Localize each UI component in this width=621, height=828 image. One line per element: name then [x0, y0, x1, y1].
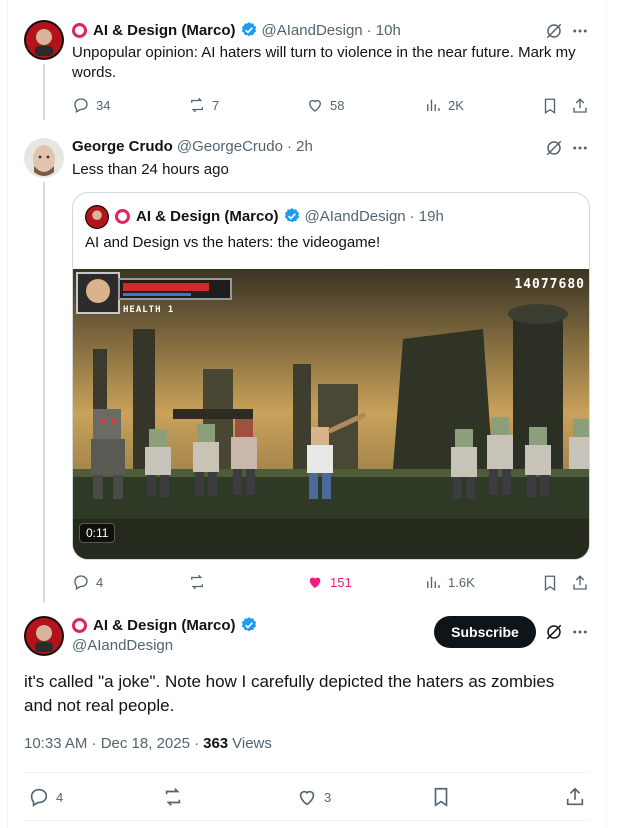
- handle[interactable]: @GeorgeCrudo: [177, 138, 283, 155]
- quoted-tweet-header: AI & Design (Marco) @AIandDesign · 19h: [115, 207, 444, 225]
- repost-count: 7: [212, 97, 220, 113]
- avatar[interactable]: [24, 20, 64, 60]
- views-button[interactable]: 2K: [424, 96, 464, 114]
- grok-icon[interactable]: [544, 21, 564, 41]
- tweet-text: it's called "a joke". Note how I careful…: [24, 672, 555, 715]
- display-name[interactable]: AI & Design (Marco): [93, 22, 236, 39]
- more-icon[interactable]: [570, 622, 590, 642]
- verified-icon: [241, 22, 256, 37]
- tweet-text: Less than 24 hours ago: [72, 161, 229, 178]
- repost-button[interactable]: [188, 573, 212, 591]
- reply-button[interactable]: 4: [28, 786, 63, 808]
- reply-icon: [74, 98, 88, 113]
- subscribe-button[interactable]: Subscribe: [434, 616, 536, 648]
- like-button[interactable]: 58: [306, 96, 344, 114]
- views-count: 2K: [448, 97, 464, 113]
- grok-icon[interactable]: [544, 622, 564, 642]
- bookmark-icon[interactable]: [540, 573, 560, 593]
- like-count: 151: [330, 574, 352, 590]
- timestamp[interactable]: · 10h: [367, 22, 401, 39]
- views-count: 1.6K: [448, 574, 475, 590]
- red-ring-icon: [115, 208, 130, 224]
- repost-icon: [191, 97, 203, 113]
- like-count: 58: [330, 97, 345, 113]
- bookmark-icon[interactable]: [540, 96, 560, 116]
- more-icon[interactable]: [570, 138, 590, 158]
- views-label: Views: [232, 735, 272, 752]
- reply-button[interactable]: 4: [72, 573, 103, 591]
- game-score: 14077680: [514, 277, 585, 292]
- like-button[interactable]: 151: [306, 573, 352, 591]
- thread-line: [43, 182, 45, 602]
- avatar: [85, 205, 109, 229]
- thread-line: [43, 64, 45, 120]
- views-count: 363: [203, 735, 229, 752]
- tweet-meta: 10:33 AM · Dec 18, 2025 · 363 Views: [24, 735, 272, 752]
- share-icon[interactable]: [570, 96, 590, 116]
- timestamp[interactable]: · 2h: [287, 138, 313, 155]
- verified-icon: [241, 617, 256, 632]
- divider: [24, 772, 590, 773]
- display-name[interactable]: George Crudo: [72, 138, 173, 155]
- divider: [24, 820, 590, 821]
- tweet-header: AI & Design (Marco) @AIandDesign · 10h: [72, 21, 401, 39]
- display-name[interactable]: AI & Design (Marco): [93, 617, 236, 634]
- quoted-tweet-card[interactable]: AI & Design (Marco) @AIandDesign · 19h A…: [72, 192, 590, 560]
- red-ring-icon: [72, 617, 87, 633]
- repost-button[interactable]: [162, 786, 184, 808]
- views-icon: [427, 99, 440, 111]
- like-count: 3: [324, 789, 332, 805]
- reply-count: 34: [96, 97, 111, 113]
- like-icon: [309, 577, 321, 588]
- video-duration-badge: 0:11: [79, 523, 116, 543]
- display-name: AI & Design (Marco): [136, 207, 279, 225]
- handle: @AIandDesign: [304, 207, 406, 225]
- repost-icon: [191, 574, 203, 590]
- handle[interactable]: @AIandDesign: [262, 22, 363, 39]
- tweet-text: Unpopular opinion: AI haters will turn t…: [72, 44, 576, 81]
- share-icon[interactable]: [570, 573, 590, 593]
- reply-icon: [30, 788, 48, 807]
- repost-icon: [165, 788, 181, 806]
- reply-count: 4: [56, 789, 64, 805]
- reply-button[interactable]: 34: [72, 96, 110, 114]
- bookmark-icon[interactable]: [430, 786, 452, 808]
- more-icon[interactable]: [570, 21, 590, 41]
- tweet-header: George Crudo @GeorgeCrudo · 2h: [72, 138, 313, 155]
- share-icon[interactable]: [564, 786, 586, 808]
- grok-icon[interactable]: [544, 138, 564, 158]
- like-button[interactable]: 3: [296, 786, 331, 808]
- video-thumbnail[interactable]: HEALTH 1 14077680 0:11: [73, 269, 589, 559]
- timestamp: · 19h: [409, 207, 444, 225]
- like-icon: [309, 99, 321, 112]
- views-button[interactable]: 1.6K: [424, 573, 475, 591]
- reply-icon: [74, 575, 88, 590]
- handle[interactable]: @AIandDesign: [72, 637, 173, 654]
- avatar[interactable]: [24, 138, 64, 178]
- views-icon: [427, 576, 440, 588]
- quoted-tweet-text: AI and Design vs the haters: the videoga…: [85, 234, 381, 251]
- timestamp[interactable]: 10:33 AM · Dec 18, 2025 ·: [24, 735, 199, 752]
- reply-count: 4: [96, 574, 104, 590]
- avatar[interactable]: [24, 616, 64, 656]
- video-duration: 0:11: [86, 526, 109, 540]
- verified-icon: [284, 208, 299, 223]
- like-icon: [299, 790, 315, 806]
- repost-button[interactable]: 7: [188, 96, 219, 114]
- tweet-header: AI & Design (Marco): [72, 616, 262, 634]
- game-health-label: HEALTH 1: [123, 305, 175, 315]
- red-ring-icon: [72, 22, 87, 38]
